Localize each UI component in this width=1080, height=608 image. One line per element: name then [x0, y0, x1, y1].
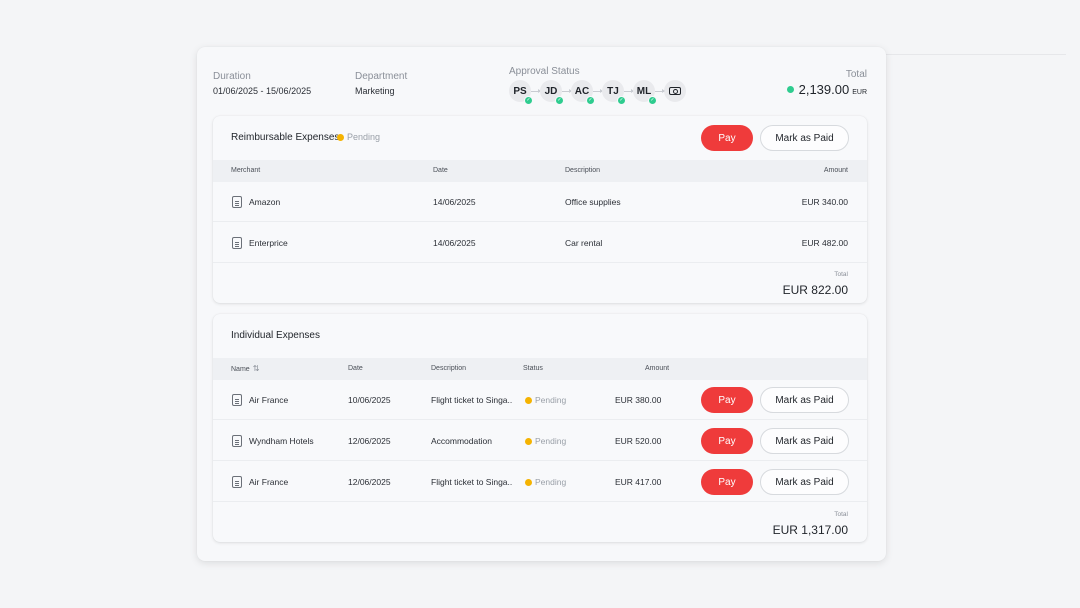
approver-avatar-ml[interactable]: ML ✓ [633, 80, 657, 105]
expense-date: 12/06/2025 [348, 436, 391, 446]
approved-check-icon: ✓ [524, 96, 533, 105]
reimbursable-expenses-card: Reimbursable Expenses Pending Pay Mark a… [213, 116, 867, 303]
department-value: Marketing [355, 86, 395, 96]
status-dot-icon [786, 86, 794, 93]
mark-as-paid-button[interactable]: Mark as Paid [760, 428, 849, 454]
grand-total-label: Total [845, 69, 867, 80]
individual-expenses-card: Individual Expenses Name ⇅ Date Descripti… [213, 314, 867, 542]
approval-status-label: Approval Status [509, 66, 580, 77]
table-row[interactable]: Amazon 14/06/2025 Office supplies EUR 34… [213, 182, 867, 222]
expense-date: 10/06/2025 [348, 395, 391, 405]
sort-icon[interactable]: ⇅ [253, 358, 260, 380]
approved-check-icon: ✓ [617, 96, 626, 105]
receipt-icon [232, 435, 242, 447]
department-label: Department [355, 71, 408, 82]
expense-name: Air France [249, 395, 289, 405]
pending-dot-icon [337, 133, 344, 141]
approver-avatar-jd[interactable]: JD ✓ [540, 80, 564, 105]
pay-button[interactable]: Pay [701, 469, 753, 495]
expense-amount: EUR 417.00 [615, 477, 662, 487]
table-row[interactable]: Air France 10/06/2025 Flight ticket to S… [213, 380, 867, 420]
column-header-status[interactable]: Status [523, 358, 543, 380]
arrow-icon [624, 88, 634, 93]
status-badge: Pending [525, 380, 566, 420]
card-total-label: Total [834, 511, 848, 518]
expense-description: Flight ticket to Singa.. [431, 395, 513, 405]
expense-report-panel: Duration 01/06/2025 - 15/06/2025 Departm… [197, 47, 886, 561]
status-badge: Pending [337, 132, 380, 142]
cash-icon [669, 87, 681, 95]
expense-description: Office supplies [565, 197, 621, 207]
grand-total-currency: EUR [852, 89, 867, 96]
arrow-icon [593, 88, 603, 93]
receipt-icon [232, 196, 242, 208]
approval-chain: PS ✓ JD ✓ AC ✓ TJ ✓ ML ✓ [509, 80, 686, 105]
payment-step[interactable] [664, 80, 686, 102]
column-header-description[interactable]: Description [431, 358, 466, 380]
expense-amount: EUR 340.00 [801, 197, 848, 207]
pay-button[interactable]: Pay [701, 428, 753, 454]
card-total-value: EUR 822.00 [782, 283, 848, 297]
background-divider [886, 54, 1066, 55]
expense-name: Wyndham Hotels [249, 436, 314, 446]
receipt-icon [232, 476, 242, 488]
mark-as-paid-button[interactable]: Mark as Paid [760, 387, 849, 413]
expense-amount: EUR 380.00 [615, 395, 662, 405]
expense-description: Accommodation [431, 436, 492, 446]
column-header-description[interactable]: Description [565, 160, 600, 182]
column-header-date[interactable]: Date [348, 358, 363, 380]
duration-label: Duration [213, 71, 251, 82]
pending-dot-icon [525, 478, 532, 486]
expense-description: Car rental [565, 238, 603, 248]
column-header-date[interactable]: Date [433, 160, 448, 182]
arrow-icon [655, 88, 665, 93]
approver-avatar-ac[interactable]: AC ✓ [571, 80, 595, 105]
expense-date: 12/06/2025 [348, 477, 391, 487]
approved-check-icon: ✓ [555, 96, 564, 105]
table-row[interactable]: Air France 12/06/2025 Flight ticket to S… [213, 462, 867, 502]
pay-button[interactable]: Pay [701, 125, 753, 151]
grand-total: 2,139.00 EUR [786, 82, 867, 97]
table-row[interactable]: Wyndham Hotels 12/06/2025 Accommodation … [213, 421, 867, 461]
approver-avatar-ps[interactable]: PS ✓ [509, 80, 533, 105]
arrow-icon [531, 88, 541, 93]
card-title: Individual Expenses [231, 330, 320, 341]
column-header-merchant[interactable]: Merchant [231, 160, 260, 182]
pending-dot-icon [525, 396, 532, 404]
card-title: Reimbursable Expenses [231, 132, 340, 143]
card-total-value: EUR 1,317.00 [772, 523, 848, 537]
merchant-name: Enterprice [249, 238, 288, 248]
mark-as-paid-button[interactable]: Mark as Paid [760, 125, 849, 151]
table-header: Merchant Date Description Amount [213, 160, 867, 182]
column-header-amount[interactable]: Amount [824, 160, 848, 182]
arrow-icon [562, 88, 572, 93]
expense-date: 14/06/2025 [433, 238, 476, 248]
approver-avatar-tj[interactable]: TJ ✓ [602, 80, 626, 105]
expense-name: Air France [249, 477, 289, 487]
duration-value: 01/06/2025 - 15/06/2025 [213, 86, 312, 96]
status-badge: Pending [525, 421, 566, 461]
table-row[interactable]: Enterprice 14/06/2025 Car rental EUR 482… [213, 223, 867, 263]
card-total-label: Total [834, 271, 848, 278]
approved-check-icon: ✓ [648, 96, 657, 105]
pending-dot-icon [525, 437, 532, 445]
receipt-icon [232, 394, 242, 406]
mark-as-paid-button[interactable]: Mark as Paid [760, 469, 849, 495]
expense-date: 14/06/2025 [433, 197, 476, 207]
column-header-name[interactable]: Name ⇅ [231, 358, 259, 380]
pay-button[interactable]: Pay [701, 387, 753, 413]
receipt-icon [232, 237, 242, 249]
status-badge: Pending [525, 462, 566, 502]
grand-total-value: 2,139.00 [798, 82, 850, 97]
approved-check-icon: ✓ [586, 96, 595, 105]
expense-amount: EUR 482.00 [801, 238, 848, 248]
expense-amount: EUR 520.00 [615, 436, 662, 446]
expense-description: Flight ticket to Singa.. [431, 477, 513, 487]
merchant-name: Amazon [249, 197, 281, 207]
table-header: Name ⇅ Date Description Status Amount [213, 358, 867, 380]
column-header-amount[interactable]: Amount [645, 358, 669, 380]
